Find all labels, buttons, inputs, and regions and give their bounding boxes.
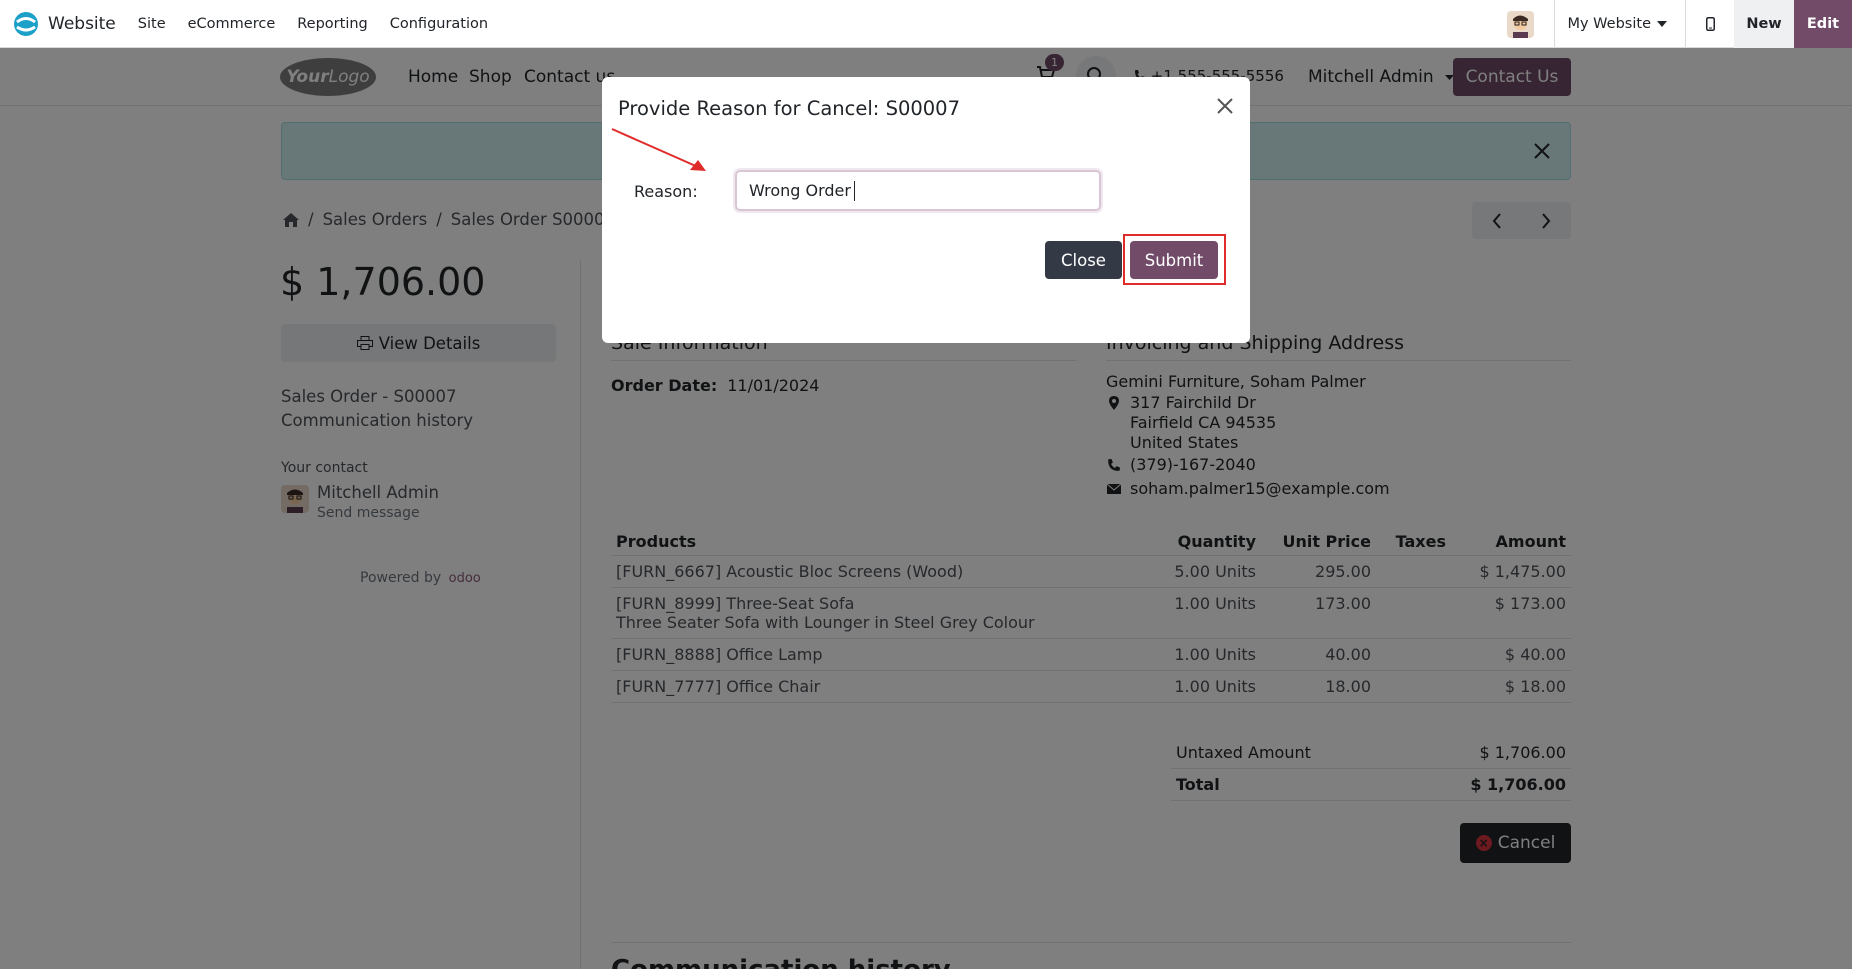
submit-button[interactable]: Submit: [1130, 241, 1218, 279]
close-icon[interactable]: [1214, 95, 1236, 117]
reason-input-value: Wrong Order: [749, 181, 851, 200]
website-app-icon[interactable]: [13, 11, 39, 37]
caret-down-icon: [1657, 21, 1667, 27]
mobile-icon: [1705, 17, 1715, 31]
cancel-reason-dialog: Provide Reason for Cancel: S00007 Reason…: [602, 77, 1250, 343]
menu-ecommerce[interactable]: eCommerce: [188, 16, 276, 32]
reason-input[interactable]: Wrong Order: [735, 170, 1101, 211]
dialog-title: Provide Reason for Cancel: S00007: [618, 97, 960, 120]
website-selector[interactable]: My Website: [1555, 0, 1685, 48]
user-avatar[interactable]: [1507, 10, 1535, 38]
edit-button[interactable]: Edit: [1794, 0, 1852, 48]
annotation-arrow-icon: [611, 128, 706, 171]
mobile-preview-button[interactable]: [1686, 0, 1734, 48]
text-caret: [853, 180, 855, 201]
app-name[interactable]: Website: [48, 14, 116, 34]
menu-configuration[interactable]: Configuration: [390, 16, 488, 32]
menu-reporting[interactable]: Reporting: [297, 16, 368, 32]
website-selector-label: My Website: [1567, 16, 1651, 32]
menu-site[interactable]: Site: [138, 16, 166, 32]
new-button[interactable]: New: [1734, 0, 1794, 48]
dialog-close-button[interactable]: Close: [1045, 241, 1122, 279]
reason-label: Reason:: [634, 182, 698, 201]
admin-topbar: Website Site eCommerce Reporting Configu…: [0, 0, 1852, 48]
